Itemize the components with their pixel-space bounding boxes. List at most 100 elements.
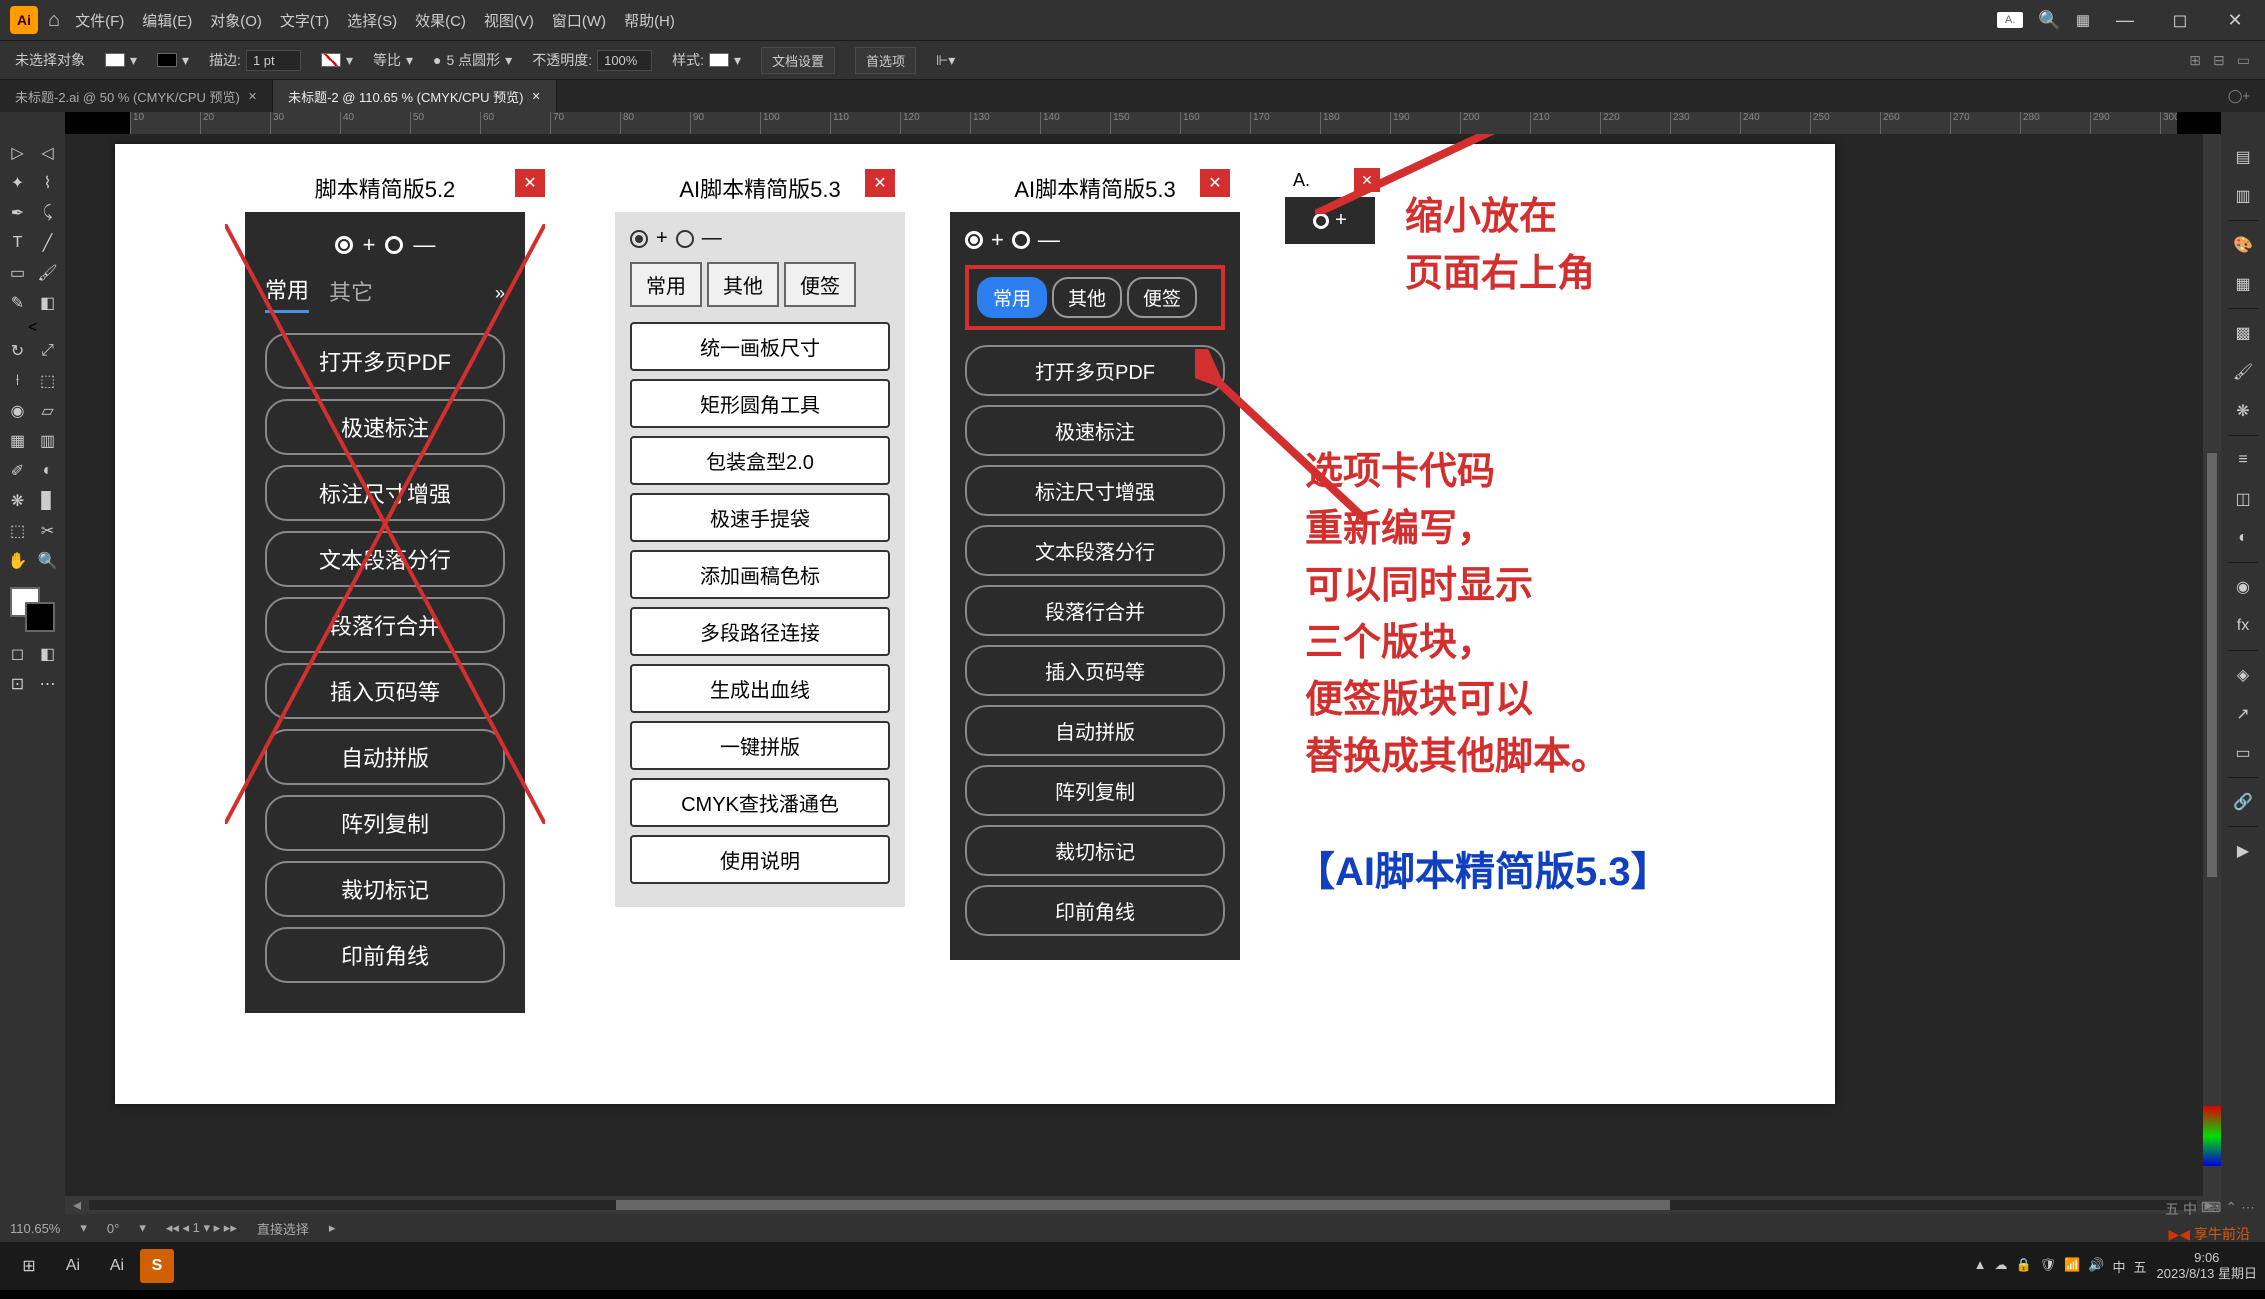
graph-tool[interactable]: ▊ — [34, 487, 62, 515]
menu-object[interactable]: 对象(O) — [210, 10, 262, 31]
fill-swatch[interactable] — [105, 53, 125, 67]
taskbar-app-other[interactable]: S — [140, 1249, 174, 1283]
screen-mode[interactable]: ⊡ — [4, 670, 32, 698]
system-clock[interactable]: 9:06 2023/8/13 星期日 — [2157, 1250, 2257, 1281]
tray-icon[interactable]: ☁ — [1994, 1257, 2007, 1276]
mesh-tool[interactable]: ▦ — [4, 427, 32, 455]
close-tab-icon[interactable]: ✕ — [248, 90, 257, 103]
gradient-tool[interactable]: ▥ — [34, 427, 62, 455]
radio-on-icon[interactable] — [335, 236, 353, 254]
panel53b-tab-common[interactable]: 常用 — [977, 277, 1047, 318]
perspective-tool[interactable]: ▱ — [34, 397, 62, 425]
none-swatch[interactable] — [321, 53, 341, 67]
panel52-tab-other[interactable]: 其它 — [329, 275, 373, 312]
menu-select[interactable]: 选择(S) — [347, 10, 397, 31]
scale-tool[interactable]: ⤢ — [34, 337, 62, 365]
radio-off-icon[interactable] — [676, 230, 694, 248]
color-swatches[interactable] — [10, 587, 55, 632]
panel53a-btn[interactable]: CMYK查找潘通色 — [630, 778, 890, 827]
layers-panel-icon[interactable]: ◈ — [2225, 657, 2261, 693]
stroke-width-input[interactable] — [246, 50, 301, 71]
panel52-btn[interactable]: 文本段落分行 — [265, 531, 505, 587]
doc-tab-2[interactable]: 未标题-2 @ 110.65 % (CMYK/CPU 预览)✕ — [273, 80, 557, 112]
stroke-panel-icon[interactable]: ≡ — [2225, 442, 2261, 478]
home-icon[interactable]: ⌂ — [48, 9, 60, 32]
selection-tool[interactable]: ▷ — [4, 139, 32, 167]
free-transform-tool[interactable]: ⬚ — [34, 367, 62, 395]
eyedropper-tool[interactable]: ✐ — [4, 457, 32, 485]
brush-preset[interactable]: 5 点圆形 — [446, 50, 500, 70]
transparency-panel-icon[interactable]: ◐ — [2225, 520, 2261, 556]
radio-on-icon[interactable] — [630, 230, 648, 248]
panel53a-btn[interactable]: 使用说明 — [630, 835, 890, 884]
panel52-btn[interactable]: 裁切标记 — [265, 861, 505, 917]
panel53a-btn[interactable]: 包装盒型2.0 — [630, 436, 890, 485]
taskbar-app-ai2[interactable]: Ai — [96, 1246, 138, 1286]
eraser-tool[interactable]: ◧ — [34, 289, 62, 317]
panel53b-btn[interactable]: 标注尺寸增强 — [965, 465, 1225, 516]
stroke-swatch[interactable] — [157, 53, 177, 67]
close-tab-icon[interactable]: ✕ — [532, 90, 541, 103]
menu-file[interactable]: 文件(F) — [75, 10, 124, 31]
menu-window[interactable]: 窗口(W) — [552, 10, 606, 31]
ime-icon[interactable]: ⌨ — [2201, 1199, 2221, 1219]
ime-icon[interactable]: ⌃ — [2225, 1199, 2237, 1219]
pen-tool[interactable]: ✒ — [4, 199, 32, 227]
rotation-value[interactable]: 0° — [107, 1221, 119, 1236]
panel53b-btn[interactable]: 打开多页PDF — [965, 345, 1225, 396]
hand-tool[interactable]: ✋ — [4, 547, 32, 575]
close-button[interactable]: ✕ — [2215, 10, 2255, 31]
play-icon[interactable]: ▶ — [2225, 833, 2261, 869]
symbol-tool[interactable]: ❋ — [4, 487, 32, 515]
doc-setup-button[interactable]: 文档设置 — [761, 47, 835, 74]
panel53b-close-button[interactable]: ✕ — [1200, 169, 1230, 197]
color-panel-icon[interactable]: 🎨 — [2225, 227, 2261, 263]
draw-mode-behind[interactable]: ◧ — [34, 640, 62, 668]
tray-icon[interactable]: 📶 — [2064, 1257, 2080, 1276]
swatches-panel-icon[interactable]: ▩ — [2225, 315, 2261, 351]
ime-tray-icons[interactable]: 五中⌨⌃⋯ — [2165, 1199, 2255, 1219]
draw-mode-normal[interactable]: ◻ — [4, 640, 32, 668]
panel53a-btn[interactable]: 生成出血线 — [630, 664, 890, 713]
links-panel-icon[interactable]: 🔗 — [2225, 784, 2261, 820]
libraries-panel-icon[interactable]: ▥ — [2225, 178, 2261, 214]
menu-help[interactable]: 帮助(H) — [624, 10, 675, 31]
panel52-btn[interactable]: 极速标注 — [265, 399, 505, 455]
panel52-btn[interactable]: 阵列复制 — [265, 795, 505, 851]
shaper-tool[interactable]: ✎ — [4, 289, 32, 317]
panel53b-btn[interactable]: 段落行合并 — [965, 585, 1225, 636]
panel53b-btn[interactable]: 插入页码等 — [965, 645, 1225, 696]
panel-mini-close-button[interactable]: ✕ — [1354, 168, 1380, 192]
h-scrollbar[interactable]: ◂ ▸ — [65, 1196, 2221, 1214]
artboard-tool[interactable]: ⬚ — [4, 517, 32, 545]
tray-icon[interactable]: 五 — [2134, 1257, 2147, 1276]
curvature-tool[interactable]: ⤹ — [34, 199, 62, 227]
panel53a-btn[interactable]: 多段路径连接 — [630, 607, 890, 656]
graphic-styles-panel-icon[interactable]: fx — [2225, 608, 2261, 644]
tray-icon[interactable]: 🛡 — [2040, 1257, 2057, 1276]
panel53b-btn[interactable]: 阵列复制 — [965, 765, 1225, 816]
radio-on-icon[interactable] — [965, 231, 983, 249]
panel-menu-icon[interactable]: ▭ — [2237, 52, 2250, 69]
panel52-btn[interactable]: 标注尺寸增强 — [265, 465, 505, 521]
share-icon[interactable]: ◯+ — [2228, 88, 2250, 103]
panel52-btn[interactable]: 自动拼版 — [265, 729, 505, 785]
edit-toolbar[interactable]: ⋯ — [34, 670, 62, 698]
panel53a-tab-other[interactable]: 其他 — [707, 262, 779, 307]
opacity-input[interactable] — [597, 50, 652, 71]
panel53b-tab-other[interactable]: 其他 — [1052, 277, 1122, 318]
panel53a-btn[interactable]: 矩形圆角工具 — [630, 379, 890, 428]
minimize-button[interactable]: — — [2105, 10, 2145, 31]
tray-icon[interactable]: 🔊 — [2088, 1257, 2104, 1276]
maximize-button[interactable]: ◻ — [2160, 10, 2200, 31]
ime-icon[interactable]: 中 — [2183, 1199, 2197, 1219]
tray-icon[interactable]: 🔒 — [2015, 1257, 2031, 1276]
taskbar-app-ai[interactable]: Ai — [52, 1246, 94, 1286]
tray-icon[interactable]: ▲ — [1974, 1257, 1987, 1276]
menu-edit[interactable]: 编辑(E) — [142, 10, 192, 31]
panel53a-btn[interactable]: 极速手提袋 — [630, 493, 890, 542]
artboards-panel-icon[interactable]: ▭ — [2225, 735, 2261, 771]
line-tool[interactable]: ╱ — [34, 229, 62, 257]
panel53a-btn[interactable]: 添加画稿色标 — [630, 550, 890, 599]
brush-tool[interactable]: 🖌 — [34, 259, 62, 287]
